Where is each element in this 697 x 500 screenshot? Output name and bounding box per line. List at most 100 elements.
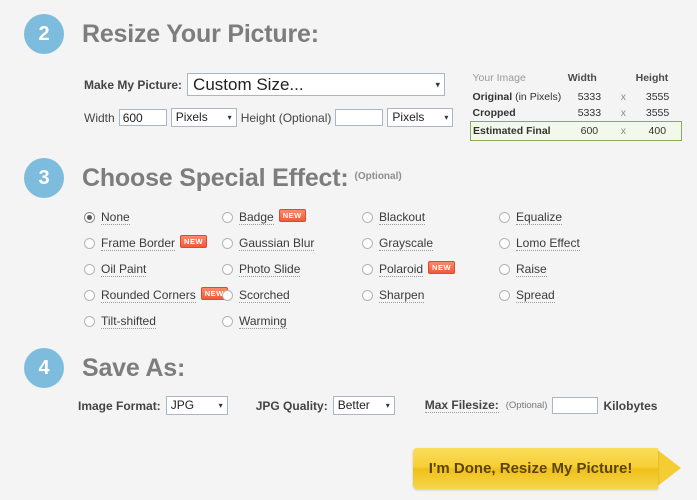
max-filesize-unit-label: Kilobytes (603, 398, 658, 413)
image-dimensions-table: Your Image Width Height Original (in Pix… (469, 70, 682, 141)
radio-button-icon[interactable] (222, 290, 233, 301)
effect-label[interactable]: Lomo Effect (516, 236, 580, 251)
effect-option-lomo-effect[interactable]: Lomo Effect (499, 236, 580, 251)
height-unit-select[interactable]: Pixels ▾ (387, 108, 454, 127)
effect-option-spread[interactable]: Spread (499, 288, 555, 303)
done-resize-button[interactable]: I'm Done, Resize My Picture! (413, 448, 658, 489)
row-x-separator: x (620, 91, 626, 103)
effect-label[interactable]: Rounded Corners (101, 288, 196, 303)
effect-option-grayscale[interactable]: Grayscale (362, 236, 434, 251)
table-row: Cropped 5333 x 3555 (471, 105, 682, 122)
effect-label[interactable]: Badge (239, 210, 274, 225)
effect-option-photo-slide[interactable]: Photo Slide (222, 262, 301, 277)
radio-button-icon[interactable] (499, 264, 510, 275)
step-4-number-badge: 4 (24, 348, 64, 388)
effect-option-badge[interactable]: Badge NEW (222, 209, 306, 225)
effect-label[interactable]: Oil Paint (101, 262, 147, 277)
make-my-picture-label: Make My Picture: (84, 77, 183, 92)
width-unit-select[interactable]: Pixels ▾ (170, 108, 237, 127)
radio-button-icon[interactable] (362, 212, 373, 223)
effect-label[interactable]: Scorched (239, 288, 290, 303)
max-filesize-input[interactable] (552, 397, 599, 414)
step-3-heading: 3 Choose Special Effect: (Optional) (24, 158, 402, 198)
effect-option-blackout[interactable]: Blackout (362, 210, 426, 225)
radio-button-icon[interactable] (362, 238, 373, 249)
effect-option-scorched[interactable]: Scorched (222, 288, 290, 303)
effect-option-equalize[interactable]: Equalize (499, 210, 563, 225)
effect-option-frame-border[interactable]: Frame Border NEW (84, 235, 208, 251)
effect-option-warming[interactable]: Warming (222, 314, 287, 329)
effect-label[interactable]: Equalize (516, 210, 563, 225)
step-2-number-badge: 2 (24, 14, 64, 54)
radio-button-icon[interactable] (362, 290, 373, 301)
radio-button-icon[interactable] (84, 212, 95, 223)
step-2-title: Resize Your Picture: (82, 19, 319, 48)
new-badge: NEW (428, 261, 456, 274)
effect-option-sharpen[interactable]: Sharpen (362, 288, 425, 303)
done-button-arrow-tip[interactable] (655, 448, 681, 488)
image-format-value: JPG (170, 398, 195, 412)
make-my-picture-row: Make My Picture: Custom Size... ▾ (84, 73, 446, 96)
height-input[interactable] (335, 109, 384, 126)
effect-label[interactable]: Spread (516, 288, 555, 303)
new-badge: NEW (180, 235, 208, 248)
row-label: Cropped (472, 107, 516, 119)
chevron-down-icon: ▾ (444, 112, 449, 122)
dimensions-row: Width Pixels ▾ Height (Optional) Pixels … (84, 108, 457, 127)
row-label-suffix: (in Pixels) (512, 91, 562, 103)
row-width: 5333 (577, 107, 602, 119)
row-label: Original (in Pixels) (472, 91, 562, 103)
new-badge: NEW (278, 209, 306, 222)
radio-button-icon[interactable] (499, 212, 510, 223)
row-label: Estimated Final (469, 121, 566, 141)
radio-button-icon[interactable] (222, 212, 233, 223)
effect-option-oil-paint[interactable]: Oil Paint (84, 262, 147, 277)
radio-button-icon[interactable] (84, 238, 95, 249)
row-height: 3555 (645, 107, 670, 119)
chevron-down-icon: ▾ (385, 400, 390, 410)
radio-button-icon[interactable] (499, 290, 510, 301)
height-unit-value: Pixels (392, 110, 425, 124)
effect-label[interactable]: Raise (516, 262, 547, 277)
width-input[interactable] (118, 109, 167, 126)
radio-button-icon[interactable] (222, 238, 233, 249)
effect-option-none[interactable]: None (84, 210, 130, 225)
effect-label[interactable]: Grayscale (379, 236, 434, 251)
effect-option-tilt-shifted[interactable]: Tilt-shifted (84, 314, 156, 329)
effect-option-raise[interactable]: Raise (499, 262, 547, 277)
row-width: 600 (565, 121, 614, 141)
radio-button-icon[interactable] (499, 238, 510, 249)
preset-size-select[interactable]: Custom Size... ▾ (187, 73, 446, 96)
effect-label[interactable]: Polaroid (379, 262, 424, 277)
effect-label[interactable]: Photo Slide (239, 262, 301, 277)
jpg-quality-select[interactable]: Better ▾ (332, 396, 395, 415)
width-unit-value: Pixels (175, 110, 208, 124)
radio-button-icon[interactable] (362, 264, 373, 275)
effect-option-rounded-corners[interactable]: Rounded Corners NEW (84, 287, 228, 303)
jpg-quality-label: JPG Quality: (255, 398, 328, 413)
radio-button-icon[interactable] (222, 316, 233, 327)
header-height: Height (635, 72, 669, 84)
effect-option-polaroid[interactable]: Polaroid NEW (362, 261, 456, 277)
radio-button-icon[interactable] (84, 264, 95, 275)
effect-label[interactable]: Tilt-shifted (101, 314, 156, 329)
effect-option-gaussian-blur[interactable]: Gaussian Blur (222, 236, 315, 251)
save-as-row: Image Format: JPG ▾ JPG Quality: Better … (78, 396, 662, 415)
radio-button-icon[interactable] (222, 264, 233, 275)
image-format-select[interactable]: JPG ▾ (165, 396, 228, 415)
step-4-title: Save As: (82, 353, 186, 382)
step-4-heading: 4 Save As: (24, 348, 185, 388)
row-x-separator: x (620, 107, 626, 119)
effect-label[interactable]: Blackout (379, 210, 426, 225)
effect-label[interactable]: None (101, 210, 130, 225)
step-3-number-badge: 3 (24, 158, 64, 198)
effect-label[interactable]: Frame Border (101, 236, 176, 251)
effect-label[interactable]: Warming (239, 314, 287, 329)
effect-label[interactable]: Sharpen (379, 288, 425, 303)
radio-button-icon[interactable] (84, 290, 95, 301)
radio-button-icon[interactable] (84, 316, 95, 327)
step-3-optional-tag: (Optional) (354, 170, 402, 182)
effect-label[interactable]: Gaussian Blur (239, 236, 315, 251)
image-format-label: Image Format: (78, 398, 161, 413)
header-your-image: Your Image (472, 72, 526, 84)
